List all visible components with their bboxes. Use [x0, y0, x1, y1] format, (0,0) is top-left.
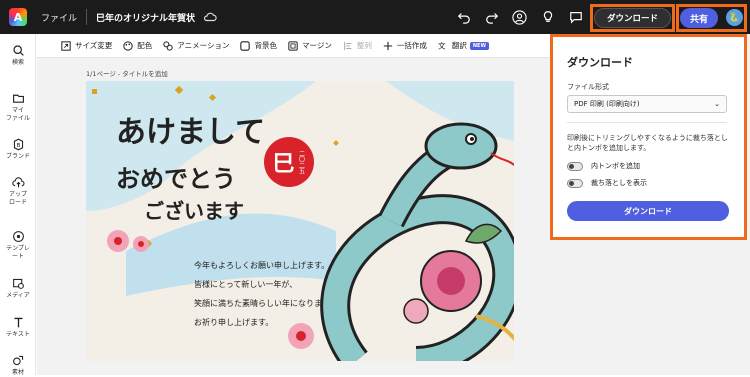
crop-marks-toggle[interactable] — [567, 161, 583, 171]
upload-icon — [11, 177, 24, 188]
toolbar-bulk-create[interactable]: 一括作成 — [383, 40, 427, 51]
user-icon[interactable] — [512, 9, 527, 25]
sidebar-item-text[interactable]: テキスト — [0, 316, 36, 339]
comment-icon[interactable] — [568, 10, 583, 25]
background-icon — [240, 40, 251, 51]
edit-toolbar: サイズ変更 配色 アニメーション 背景色 マージン 整列 一括作成 文 翻訳 N… — [37, 34, 550, 58]
sidebar-item-label: 素材 — [11, 369, 24, 376]
chevron-down-icon: ⌄ — [714, 100, 720, 108]
toolbar-translate[interactable]: 文 翻訳 NEW — [438, 40, 489, 51]
toolbar-margin[interactable]: マージン — [288, 40, 332, 51]
plum-flower — [133, 236, 149, 252]
cloud-icon[interactable] — [203, 10, 217, 24]
show-bleed-toggle-row[interactable]: 裁ち落としを表示 — [567, 178, 647, 188]
file-menu[interactable]: ファイル — [41, 11, 77, 24]
sidebar-item-upload[interactable]: アップ ロード — [0, 176, 36, 207]
translate-icon: 文 — [438, 41, 446, 51]
lightbulb-icon[interactable] — [540, 10, 555, 25]
sidebar-item-templates[interactable]: テンプレ ート — [0, 230, 36, 261]
crop-marks-toggle-row[interactable]: 内トンボを追加 — [567, 161, 640, 171]
download-panel: ダウンロード ファイル形式 PDF 印刷 (印刷向け) ⌄ 印刷後にトリミングし… — [553, 37, 744, 237]
divider — [86, 9, 88, 25]
sidebar-item-my-files[interactable]: マイ ファイル — [0, 92, 36, 123]
align-icon — [344, 41, 352, 50]
brand-icon: B — [13, 138, 23, 151]
animation-icon — [163, 40, 173, 51]
margin-icon — [288, 40, 298, 51]
undo-icon[interactable] — [456, 10, 471, 25]
palette-icon — [123, 40, 133, 51]
sidebar-item-label: メディア — [6, 292, 30, 299]
sidebar-item-label: テキスト — [6, 331, 30, 338]
redo-icon[interactable] — [484, 10, 499, 25]
search-icon — [12, 45, 24, 56]
new-badge: NEW — [469, 41, 489, 50]
plum-flower — [288, 323, 314, 349]
sidebar-item-elements[interactable]: 素材 — [0, 354, 36, 377]
template-icon — [12, 231, 24, 242]
greeting-card[interactable]: あけまして おめでとう ございます 巳 二〇二五 今年もよろしくお願い申し上げま… — [86, 81, 514, 361]
sidebar-item-brand[interactable]: B ブランド — [0, 138, 36, 161]
snake-illustration — [320, 122, 514, 361]
file-format-label: ファイル形式 — [567, 83, 609, 91]
sidebar-item-label: 検索 — [11, 59, 24, 66]
sidebar-item-label: テンプレ ート — [6, 245, 30, 260]
page-title[interactable]: 1/1ページ - タイトルを追加 — [86, 68, 168, 78]
panel-download-button[interactable]: ダウンロード — [567, 201, 729, 221]
file-format-select[interactable]: PDF 印刷 (印刷向け) ⌄ — [567, 95, 727, 113]
greeting-line-3: ございます — [144, 199, 244, 223]
sidebar-item-search[interactable]: 検索 — [0, 44, 36, 67]
panel-title: ダウンロード — [567, 56, 633, 69]
download-button-highlight — [590, 4, 675, 32]
toolbar-background[interactable]: 背景色 — [240, 40, 277, 51]
resize-icon — [61, 40, 71, 51]
bulk-create-icon — [383, 41, 393, 50]
left-sidebar: 検索 マイ ファイル B ブランド アップ ロード テンプレ ート メディア テ… — [0, 34, 36, 377]
panel-divider — [567, 122, 727, 123]
toolbar-palette[interactable]: 配色 — [123, 40, 152, 51]
elements-icon — [12, 355, 23, 366]
toolbar-animation[interactable]: アニメーション — [163, 40, 229, 51]
sidebar-item-media[interactable]: メディア — [0, 277, 36, 300]
sidebar-item-label: ブランド — [5, 153, 30, 160]
avatar[interactable]: 🐍 — [726, 9, 743, 26]
bleed-description: 印刷後にトリミングしやすくなるように裁ち落としと内トンボを追加します。 — [567, 134, 728, 152]
svg-text:B: B — [16, 143, 20, 149]
text-icon — [13, 317, 23, 328]
topbar-actions — [456, 0, 611, 34]
folder-icon — [12, 94, 24, 103]
media-icon — [12, 278, 24, 289]
app-logo[interactable]: A — [9, 8, 27, 26]
greeting-line-2: おめでとう — [116, 165, 236, 193]
sidebar-item-label: アップ ロード — [8, 191, 27, 206]
sidebar-item-label: マイ ファイル — [5, 107, 30, 122]
show-bleed-toggle[interactable] — [567, 178, 583, 188]
toolbar-align[interactable]: 整列 — [343, 40, 372, 51]
greeting-line-1: あけまして — [116, 115, 266, 150]
svg-text:文: 文 — [438, 41, 446, 51]
document-title[interactable]: 巳年のオリジナル年賀状 — [96, 11, 195, 24]
toolbar-resize[interactable]: サイズ変更 — [61, 40, 112, 51]
sparkle — [92, 89, 97, 94]
